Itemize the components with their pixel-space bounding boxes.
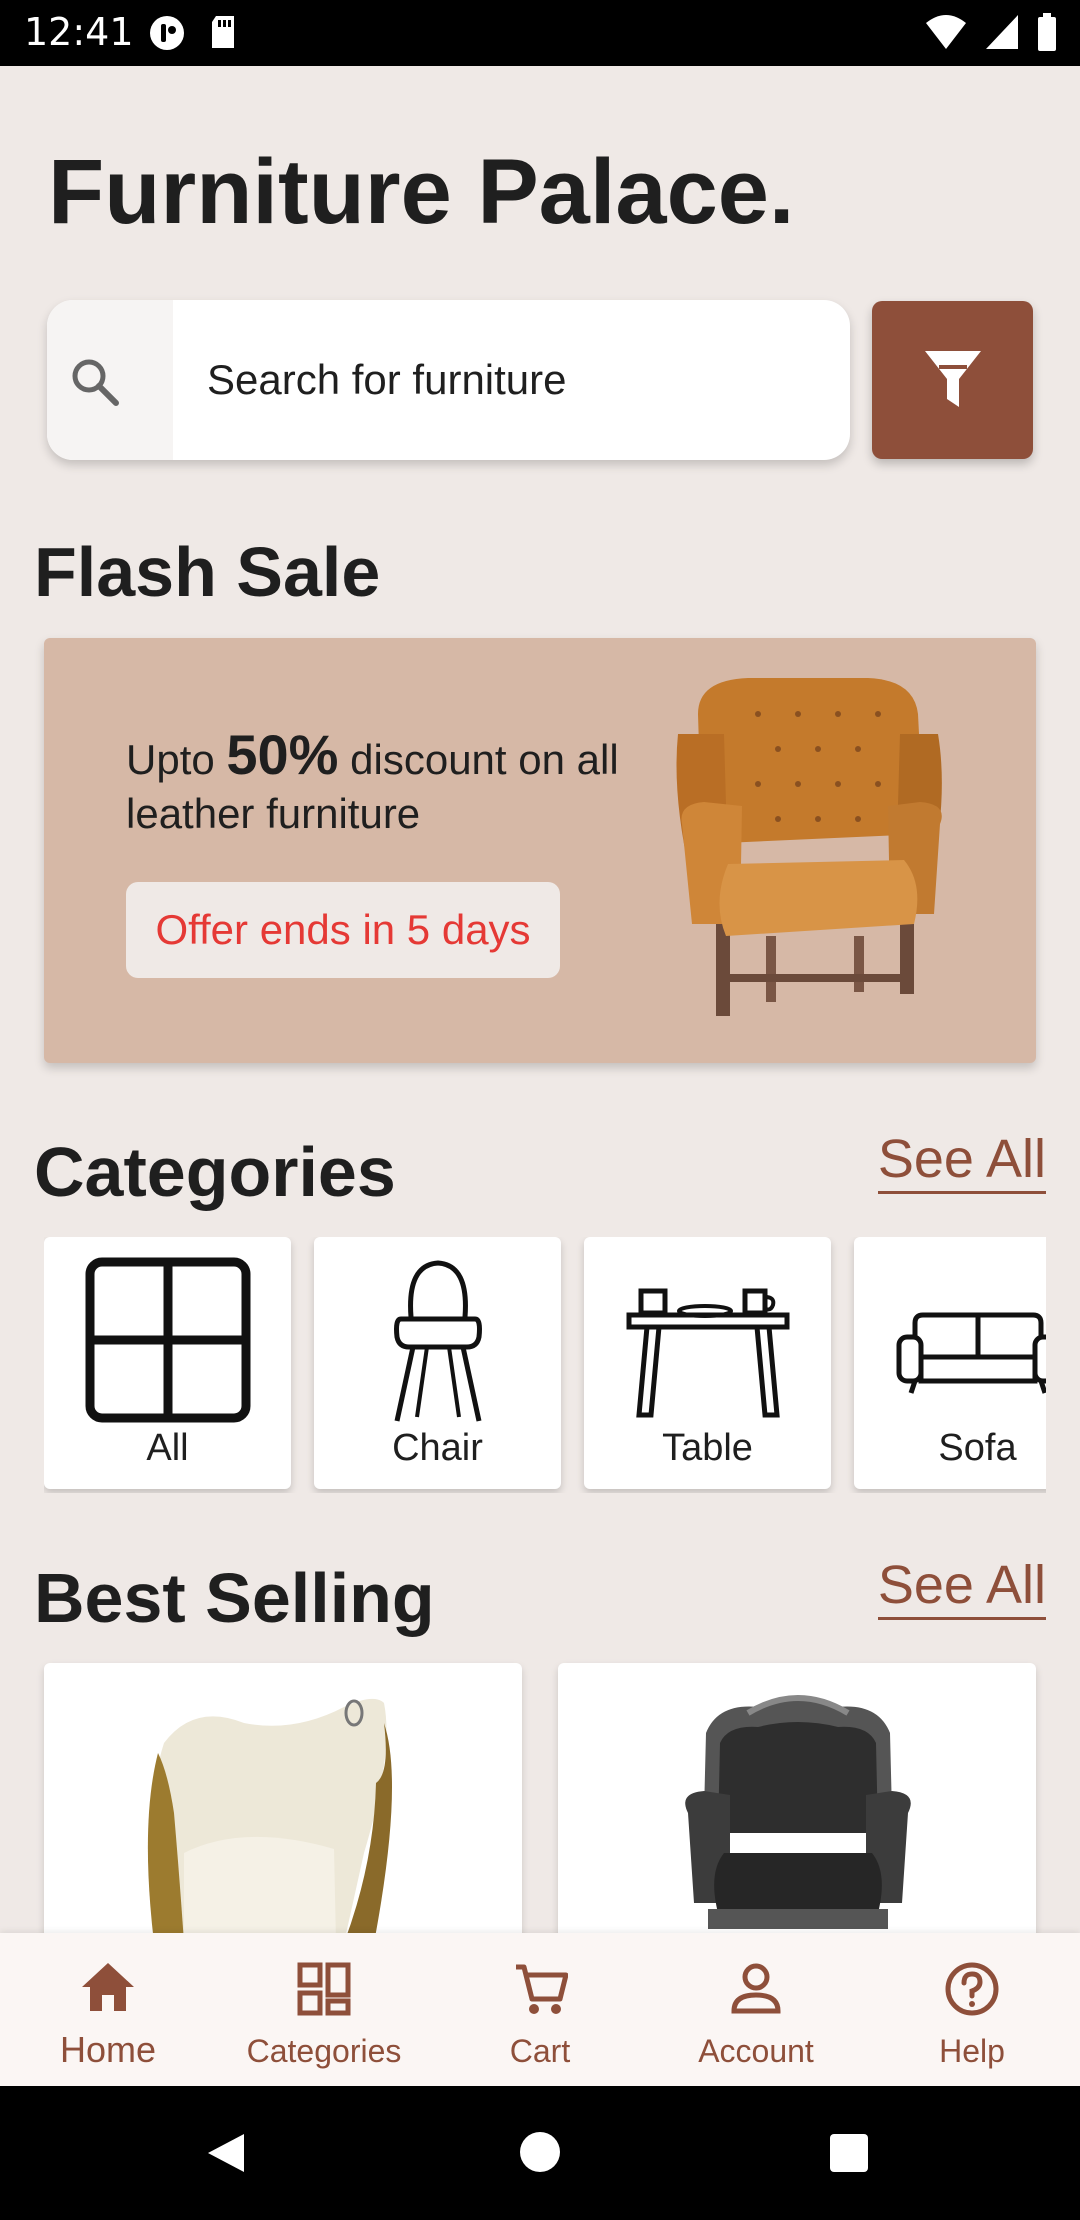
battery-icon (1038, 13, 1056, 51)
home-circle-icon[interactable] (518, 2130, 562, 2174)
nav-help[interactable]: Help (864, 1933, 1080, 2086)
nav-categories[interactable]: Categories (216, 1933, 432, 2086)
nav-label: Categories (246, 2033, 402, 2069)
categories-see-all-link[interactable]: See All (877, 1129, 1046, 1195)
nav-label: Help (939, 2033, 1005, 2069)
signal-icon (986, 15, 1018, 49)
category-label: All (146, 1427, 189, 1469)
category-card-table[interactable]: Table (584, 1237, 831, 1489)
grid-icon (85, 1257, 251, 1423)
search-input[interactable] (207, 352, 827, 408)
category-card-chair[interactable]: Chair (314, 1237, 561, 1489)
help-icon (945, 1962, 999, 2016)
search-icon (72, 359, 119, 406)
category-label: Sofa (938, 1427, 1017, 1469)
wifi-icon (926, 15, 966, 49)
black-throne-chair-image (685, 1695, 911, 1929)
chair-icon (394, 1260, 482, 1422)
filter-button[interactable] (872, 301, 1033, 459)
leather-armchair-image (676, 678, 942, 1016)
back-icon[interactable] (202, 2130, 248, 2176)
banner-text-prefix: Upto (126, 736, 227, 783)
nav-account[interactable]: Account (648, 1933, 864, 2086)
filter-icon (924, 351, 981, 407)
category-card-all[interactable]: All (44, 1237, 291, 1489)
recents-icon[interactable] (828, 2132, 870, 2174)
flash-sale-heading: Flash Sale (34, 533, 381, 611)
sd-card-icon (212, 16, 234, 48)
system-navigation-bar (0, 2086, 1080, 2220)
discount-value: 50% (226, 723, 339, 786)
white-chair-image (147, 1698, 392, 1943)
app-title: Furniture Palace. (48, 141, 795, 243)
banner-text: Upto 50% discount on all leather furnitu… (126, 727, 666, 841)
search-bar[interactable] (47, 300, 850, 460)
categories-heading: Categories (34, 1133, 396, 1211)
table-icon (626, 1288, 790, 1418)
category-label: Chair (392, 1427, 483, 1469)
product-card[interactable] (558, 1663, 1036, 1943)
category-card-sofa[interactable]: Sofa (854, 1237, 1046, 1489)
cart-icon (516, 1964, 568, 2014)
status-bar: 12:41 (0, 0, 1080, 66)
categories-list: All Chair Table Sofa (44, 1237, 1046, 1493)
nav-home[interactable]: Home (0, 1933, 216, 2086)
nav-label: Home (59, 2029, 157, 2070)
categories-icon (297, 1962, 351, 2016)
nav-cart[interactable]: Cart (432, 1933, 648, 2086)
best-selling-heading: Best Selling (34, 1559, 435, 1637)
home-icon (82, 1963, 134, 2011)
status-time: 12:41 (24, 10, 134, 54)
flash-sale-banner[interactable]: Upto 50% discount on all leather furnitu… (44, 638, 1036, 1063)
search-icon-area (47, 300, 173, 460)
nav-label: Account (698, 2033, 814, 2069)
offer-badge: Offer ends in 5 days (126, 882, 560, 978)
product-card[interactable] (44, 1663, 522, 1943)
nav-label: Cart (509, 2033, 571, 2069)
category-label: Table (662, 1427, 753, 1469)
best-selling-see-all-link[interactable]: See All (877, 1555, 1046, 1621)
sofa-icon (896, 1312, 1046, 1394)
bottom-navigation: Home Categories Cart Account Help (0, 1933, 1080, 2086)
account-icon (731, 1963, 781, 2014)
notification-icon (150, 16, 184, 50)
